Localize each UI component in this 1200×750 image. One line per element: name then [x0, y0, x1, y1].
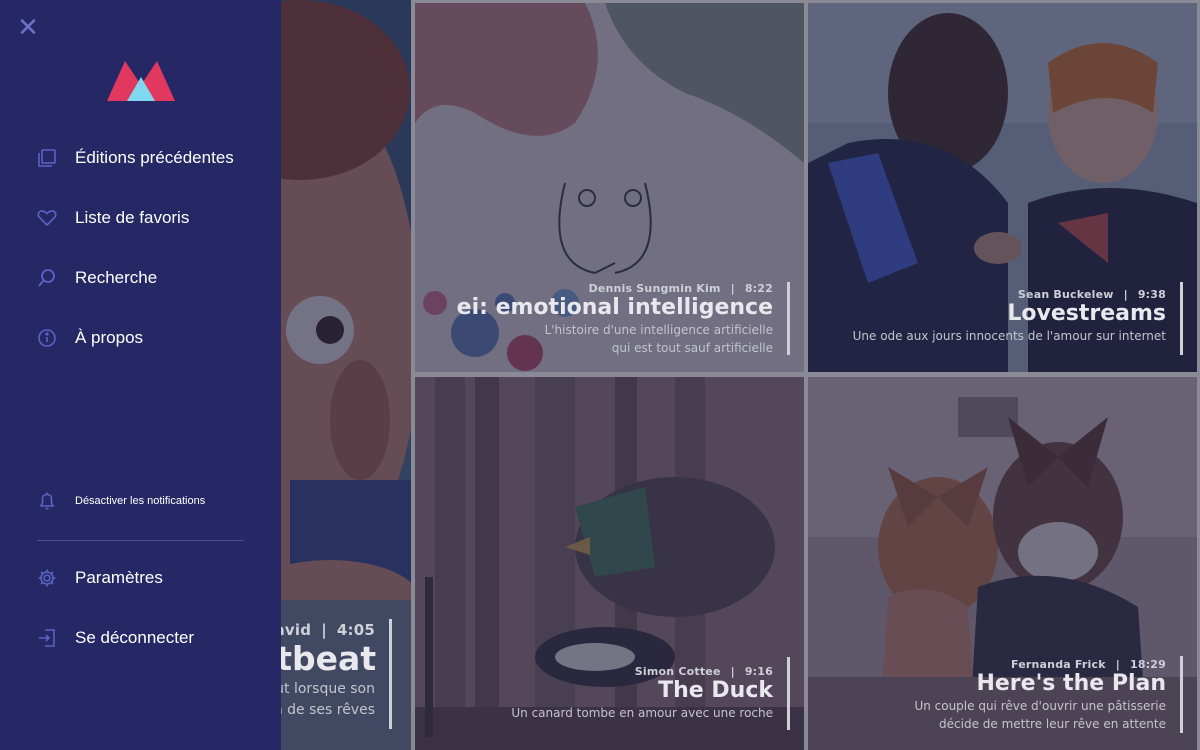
film-desc-line: qui est tout sauf artificielle — [611, 341, 773, 356]
film-tile-heres-the-plan[interactable]: Fernanda Frick | 18:29 Here's the Plan Un … — [808, 377, 1197, 750]
film-title: The Duck — [658, 678, 773, 703]
layers-icon — [36, 147, 58, 169]
gear-icon — [36, 567, 58, 589]
film-caption: Sean Buckelew | 9:38 Lovestreams Une ode a… — [853, 282, 1183, 355]
film-caption: Dennis Sungmin Kim | 8:22 ei: emotional in… — [457, 282, 790, 355]
search-icon — [36, 267, 58, 289]
film-author: Sean Buckelew — [1017, 288, 1114, 301]
film-author: Dennis Sungmin Kim — [588, 282, 721, 295]
sidebar-item-label: Paramètres — [75, 568, 163, 587]
film-desc-line: Un canard tombe en amour avec une roche — [511, 706, 773, 721]
sidebar-item-settings[interactable]: Paramètres — [36, 563, 163, 593]
film-title: Lovestreams — [1007, 301, 1166, 326]
film-tile-lovestreams[interactable]: Sean Buckelew | 9:38 Lovestreams Une ode a… — [808, 3, 1197, 372]
film-desc-line: Une ode aux jours innocents de l'amour s… — [852, 329, 1166, 344]
film-tile-ei-emotional-intelligence[interactable]: Dennis Sungmin Kim | 8:22 ei: emotional in… — [415, 3, 804, 372]
sidebar-item-favorites[interactable]: Liste de favoris — [36, 203, 189, 233]
film-desc-line: L'histoire d'une intelligence artificiel… — [544, 323, 773, 338]
sidebar-item-disable-notifications[interactable]: Désactiver les notifications — [36, 486, 205, 516]
sidebar-item-label: À propos — [75, 328, 144, 347]
film-duration: 8:22 — [744, 282, 773, 295]
film-desc-line: Un couple qui rêve d'ouvrir une pâtisser… — [914, 699, 1166, 714]
film-caption: Fernanda Frick | 18:29 Here's the Plan Un … — [914, 656, 1183, 733]
film-author: Fernanda Frick — [1010, 658, 1106, 671]
film-title: Here's the Plan — [976, 671, 1166, 696]
info-icon — [36, 327, 58, 349]
film-duration: 9:38 — [1137, 288, 1166, 301]
sidebar-item-label: Recherche — [75, 268, 158, 287]
film-duration: 4:05 — [336, 621, 375, 639]
film-author: Simon Cottee — [634, 665, 721, 678]
sidebar-item-search[interactable]: Recherche — [36, 263, 157, 293]
logout-icon — [36, 627, 58, 649]
film-duration: 18:29 — [1129, 658, 1166, 671]
sidebar-item-label: Liste de favoris — [75, 208, 190, 227]
film-desc-line: décide de mettre leur rêve en attente — [939, 717, 1166, 732]
sidebar-item-logout[interactable]: Se déconnecter — [36, 623, 194, 653]
sidebar-item-previous-editions[interactable]: Éditions précédentes — [36, 143, 234, 173]
film-caption: Simon Cottee | 9:16 The Duck Un canard tom… — [511, 657, 790, 730]
sidebar-item-label: Désactiver les notifications — [75, 495, 206, 507]
bell-icon — [36, 490, 58, 512]
close-icon[interactable]: ✕ — [16, 15, 40, 41]
sidebar-item-label: Se déconnecter — [75, 628, 195, 647]
sidebar-item-label: Éditions précédentes — [75, 148, 234, 167]
sidebar-menu: ✕ Éditions précédentes Liste de favoris — [0, 0, 281, 750]
sidebar-divider — [37, 540, 244, 541]
film-duration: 9:16 — [744, 665, 773, 678]
film-tile-the-duck[interactable]: Simon Cottee | 9:16 The Duck Un canard tom… — [415, 377, 804, 750]
heart-icon — [36, 207, 58, 229]
app-logo — [107, 61, 175, 101]
sidebar-item-about[interactable]: À propos — [36, 323, 143, 353]
film-title: ei: emotional intelligence — [456, 295, 773, 320]
